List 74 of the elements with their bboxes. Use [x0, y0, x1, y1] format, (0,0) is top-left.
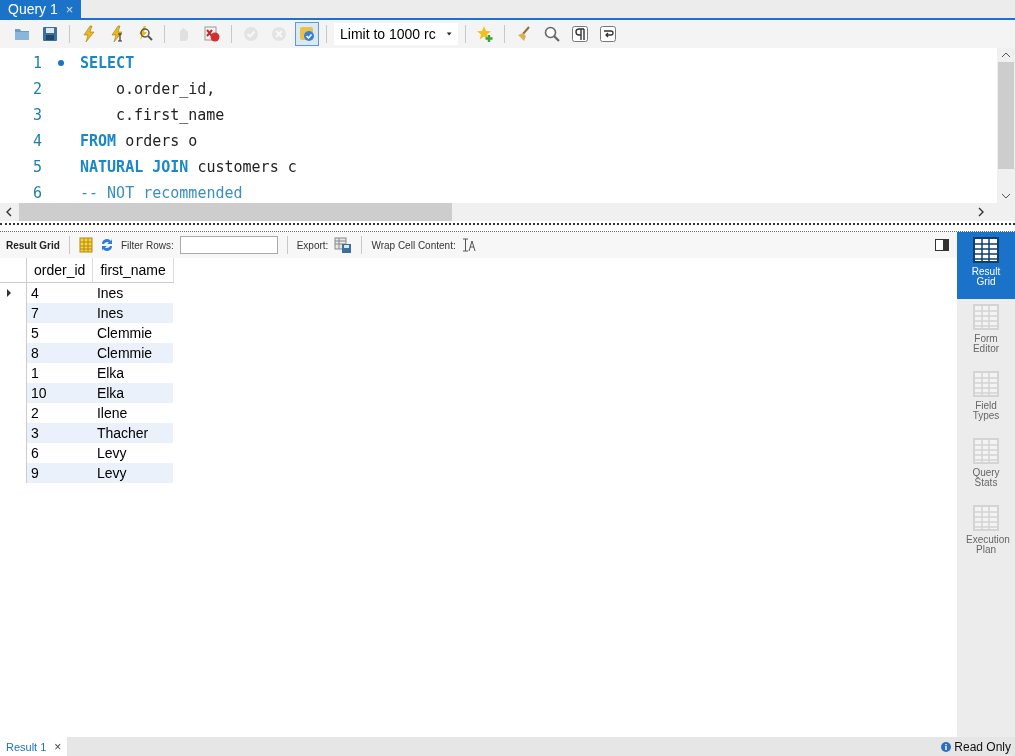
table-cell: 6 [26, 443, 93, 463]
grid-icon [972, 504, 1000, 532]
table-cell: 10 [26, 383, 93, 403]
query-tab[interactable]: Query 1 × [0, 0, 82, 18]
side-panel-item[interactable]: Query Stats [957, 433, 1015, 500]
filter-rows-field[interactable] [179, 236, 278, 254]
result-tab[interactable]: Result 1 × [0, 737, 68, 756]
close-icon[interactable]: × [65, 1, 74, 17]
wrap-cell-content-label: Wrap Cell Content: [371, 239, 456, 251]
lightning-cursor-icon [108, 25, 126, 43]
code-line: -- NOT recommended [80, 184, 243, 202]
table-cell: 4 [26, 282, 93, 303]
side-panel-item[interactable]: Field Types [957, 366, 1015, 433]
table-cell: 7 [26, 303, 93, 323]
column-header[interactable]: first_name [92, 258, 174, 283]
result-grid-label: Result Grid [6, 239, 60, 251]
export-label: Export: [296, 239, 329, 251]
close-icon[interactable]: × [54, 739, 62, 754]
export-icon[interactable] [334, 237, 353, 253]
line-number: 2 [31, 80, 42, 98]
line-number: 1 [31, 54, 42, 72]
filter-rows-label: Filter Rows: [120, 239, 174, 251]
autocommit-button[interactable] [295, 22, 319, 46]
check-document-icon [298, 25, 316, 43]
limit-dropdown[interactable]: Limit to 1000 rc [334, 23, 458, 45]
column-header[interactable]: order_id [26, 258, 93, 283]
table-cell: Elka [92, 383, 174, 403]
lightning-icon [80, 25, 98, 43]
grid-icon [972, 370, 1000, 398]
line-number: 4 [31, 132, 42, 150]
table-cell: 3 [26, 423, 93, 443]
star-plus-icon [476, 25, 494, 43]
side-panel-item[interactable]: Execution Plan [957, 500, 1015, 567]
save-icon [41, 25, 59, 43]
line-number: 3 [31, 106, 42, 124]
wrap-text-icon[interactable] [461, 238, 476, 252]
table-cell: Ines [92, 303, 174, 323]
horizontal-scrollbar[interactable] [0, 203, 1015, 221]
search-icon [543, 25, 561, 43]
table-cell: Ilene [92, 403, 174, 423]
wrap-icon [599, 25, 617, 43]
code-line: o.order_id, [115, 80, 216, 98]
line-number: 5 [31, 158, 42, 176]
pilcrow-icon [571, 25, 589, 43]
code-line: SELECT [80, 54, 135, 72]
grid-icon [972, 303, 1000, 331]
table-cell: Thacher [92, 423, 174, 443]
read-only-status: Read Only [953, 739, 1012, 754]
table-cell: Clemmie [92, 343, 174, 363]
info-icon [941, 741, 952, 752]
table-cell: Levy [92, 443, 174, 463]
grid-icon [972, 236, 1000, 264]
table-cell: Levy [92, 463, 174, 483]
line-number: 6 [31, 184, 42, 202]
table-cell: 5 [26, 323, 93, 343]
vertical-scrollbar[interactable] [997, 48, 1015, 203]
table-cell: 2 [26, 403, 93, 423]
tab-title: Query 1 [8, 1, 58, 17]
table-cell: Clemmie [92, 323, 174, 343]
table-cell: Elka [92, 363, 174, 383]
panel-toggle-icon[interactable] [935, 239, 949, 251]
table-cell: 8 [26, 343, 93, 363]
lightning-magnifier-icon [136, 25, 154, 43]
side-panel-item[interactable]: Result Grid [957, 232, 1015, 299]
table-cell: 1 [26, 363, 93, 383]
error-stop-icon [203, 25, 221, 43]
caret-icon [445, 31, 452, 37]
grid-icon [972, 437, 1000, 465]
table-cell: 9 [26, 463, 93, 483]
table-cell: Ines [92, 282, 174, 303]
code-line: c.first_name [115, 106, 225, 124]
code-line: FROM orders o [80, 132, 198, 150]
side-panel-item[interactable]: Form Editor [957, 299, 1015, 366]
code-line: NATURAL JOIN customers c [80, 158, 297, 176]
